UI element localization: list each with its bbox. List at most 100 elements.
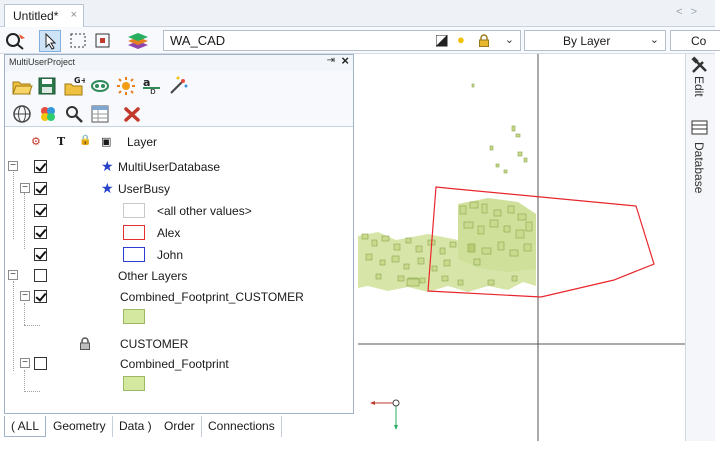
- lock-column-icon[interactable]: 🔒: [79, 135, 91, 146]
- layer-visibility-checkbox[interactable]: [34, 182, 47, 195]
- layer-lock-icon[interactable]: [478, 34, 490, 47]
- zoom-select-icon: [6, 33, 25, 50]
- layer-visibility-checkbox[interactable]: [34, 204, 47, 217]
- collapse-icon[interactable]: −: [20, 291, 30, 301]
- tab-scroll-right-icon[interactable]: >: [691, 6, 705, 18]
- search-icon[interactable]: [63, 103, 85, 125]
- layer-row[interactable]: − Combined_Footprint: [5, 353, 353, 375]
- collapse-icon[interactable]: −: [8, 270, 18, 280]
- dashed-rectangle-icon: [70, 33, 86, 48]
- select-by-point-tool-button[interactable]: [92, 30, 114, 52]
- open-geopackage-icon[interactable]: G+: [63, 75, 85, 97]
- legend-swatch: [123, 225, 145, 240]
- globe-icon[interactable]: [11, 103, 33, 125]
- chevron-down-icon: ⌄: [504, 34, 514, 46]
- text-column-icon[interactable]: T: [57, 135, 65, 148]
- chevron-down-icon: ⌄: [649, 34, 659, 46]
- layer-visibility-checkbox[interactable]: [34, 269, 47, 282]
- layer-color-icon: [436, 35, 448, 47]
- layer-label: John: [157, 248, 184, 262]
- layer-row[interactable]: Alex: [5, 222, 353, 244]
- panel-toolbar-top: G+ a b: [5, 71, 353, 99]
- save-icon[interactable]: [37, 75, 59, 97]
- tab-connections[interactable]: Connections: [202, 416, 282, 437]
- star-icon: ★: [101, 180, 114, 196]
- close-panel-icon[interactable]: ×: [341, 53, 349, 68]
- label-text-icon[interactable]: a b: [141, 75, 163, 97]
- color-palette-icon[interactable]: [37, 103, 59, 125]
- collapse-icon[interactable]: −: [20, 358, 30, 368]
- document-tab[interactable]: Untitled* ×: [4, 4, 84, 27]
- layers-stack-icon: [128, 33, 148, 49]
- magic-wand-icon[interactable]: [167, 75, 189, 97]
- database-grid-icon[interactable]: [691, 120, 709, 136]
- tab-geometry[interactable]: Geometry: [47, 416, 113, 437]
- layer-label: Combined_Footprint_CUSTOMER: [120, 290, 304, 304]
- layer-row[interactable]: − ★ MultiUserDatabase: [5, 156, 353, 178]
- collapse-icon[interactable]: −: [8, 161, 18, 171]
- legend-swatch: [123, 247, 145, 262]
- select-column-icon[interactable]: ▣: [101, 135, 111, 148]
- collapse-icon[interactable]: −: [20, 183, 30, 193]
- current-layer-dropdown[interactable]: WA_CAD ● ⌄: [163, 30, 521, 51]
- layer-grid-header: ⚙ T 🔒 ▣ Layer: [5, 132, 353, 152]
- footprint-fill-swatch: [123, 376, 145, 391]
- layer-visibility-checkbox[interactable]: [34, 357, 47, 370]
- pin-icon[interactable]: ⇥: [327, 55, 335, 66]
- map-drawing[interactable]: [358, 54, 685, 441]
- close-tab-icon[interactable]: ×: [71, 9, 77, 21]
- layer-row[interactable]: − Combined_Footprint_CUSTOMER: [5, 286, 353, 308]
- footprint-fill-swatch: [123, 309, 145, 324]
- visibility-column-icon[interactable]: ⚙: [31, 135, 41, 148]
- current-layer-value: WA_CAD: [170, 33, 226, 48]
- delete-x-icon[interactable]: [121, 103, 143, 125]
- map-canvas[interactable]: [358, 54, 685, 441]
- linestyle-value: By Layer: [563, 34, 611, 48]
- overflow-dropdown-value: Co: [691, 34, 707, 48]
- layer-visibility-checkbox[interactable]: [34, 290, 47, 303]
- open-folder-icon[interactable]: [11, 75, 33, 97]
- zoom-select-tool-button[interactable]: [4, 30, 26, 52]
- main-toolbar: WA_CAD ● ⌄ By Layer ⌄ Co: [0, 27, 720, 54]
- tab-order[interactable]: Order: [158, 416, 202, 437]
- linestyle-dropdown[interactable]: By Layer ⌄: [524, 30, 666, 51]
- rectangle-select-tool-button[interactable]: [67, 30, 89, 52]
- database-side-tab[interactable]: Database: [692, 142, 706, 193]
- layer-row[interactable]: − ★ UserBusy: [5, 178, 353, 200]
- layer-visibility-checkbox[interactable]: [34, 226, 47, 239]
- tree-guide: [24, 391, 40, 392]
- point-select-icon: [95, 33, 110, 48]
- tree-guide: [24, 325, 40, 326]
- layer-label: MultiUserDatabase: [118, 160, 221, 174]
- layer-label: UserBusy: [118, 182, 171, 196]
- tab-scroll-left-icon[interactable]: <: [676, 6, 690, 18]
- layer-visibility-checkbox[interactable]: [34, 248, 47, 261]
- edit-side-tab[interactable]: Edit: [692, 76, 706, 97]
- overflow-dropdown[interactable]: Co: [670, 30, 720, 51]
- table-view-icon[interactable]: [89, 103, 111, 125]
- connect-database-icon[interactable]: [89, 75, 111, 97]
- layer-row[interactable]: − Other Layers: [5, 263, 353, 285]
- layer-label: <all other values>: [157, 204, 252, 218]
- layer-row[interactable]: CUSTOMER: [5, 333, 353, 355]
- panel-title-bar: MultiUserProject ⇥ ×: [5, 53, 353, 71]
- layer-visibility-checkbox[interactable]: [34, 160, 47, 173]
- tab-data[interactable]: Data ): [113, 416, 159, 437]
- layer-column-header[interactable]: Layer: [127, 135, 157, 149]
- layer-visible-bulb-icon[interactable]: ●: [457, 32, 465, 47]
- right-dock-bar: Edit Database: [685, 54, 715, 441]
- document-tab-strip: Untitled* × <>: [0, 0, 715, 27]
- legend-swatch: [123, 203, 145, 218]
- layer-label: CUSTOMER: [120, 337, 189, 351]
- coordinate-axes-icon: [370, 399, 400, 430]
- select-arrow-tool-button[interactable]: [39, 30, 61, 52]
- star-icon: ★: [101, 158, 114, 174]
- tools-wrench-icon[interactable]: [690, 56, 710, 74]
- tab-all[interactable]: ( ALL: [4, 416, 47, 437]
- layer-label: Other Layers: [118, 269, 188, 283]
- theme-sun-icon[interactable]: [115, 75, 137, 97]
- layer-row[interactable]: <all other values>: [5, 200, 353, 222]
- layer-manager-button[interactable]: [126, 30, 148, 52]
- lock-icon: [80, 337, 90, 350]
- document-tab-title: Untitled*: [13, 9, 59, 23]
